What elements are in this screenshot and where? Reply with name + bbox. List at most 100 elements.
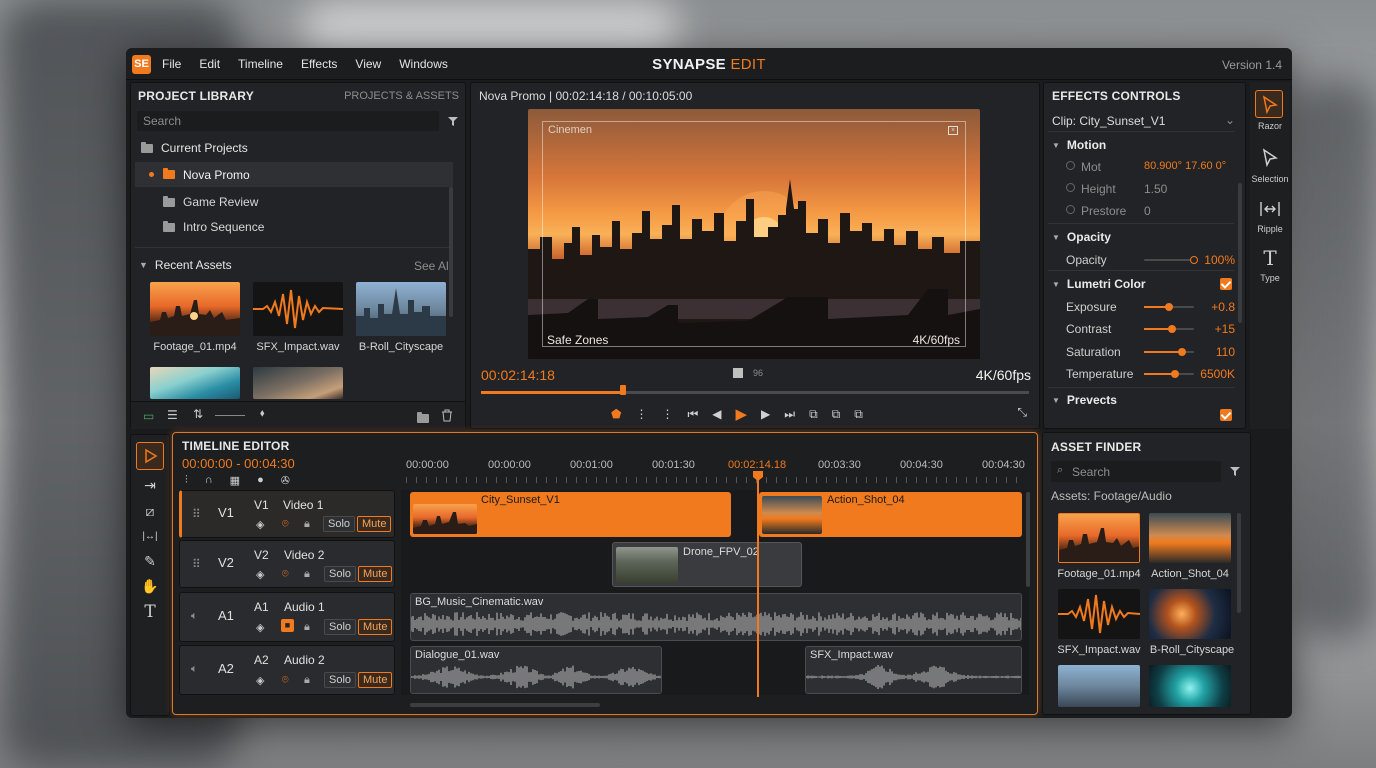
drag-handle-icon[interactable]: ⠿ [192, 557, 201, 571]
opacity-slider[interactable] [1144, 256, 1198, 264]
solo-button[interactable]: Solo [324, 566, 357, 582]
sync-lock-icon[interactable]: ⌾ [282, 568, 289, 581]
clip-city-sunset[interactable]: City_Sunset_V1 [410, 492, 731, 537]
filter-icon[interactable] [447, 115, 459, 127]
hand-icon[interactable]: ✋ [136, 572, 164, 600]
asset-thumb-footage[interactable] [150, 282, 240, 336]
current-projects-header[interactable]: Current Projects [141, 141, 248, 155]
overwrite-icon[interactable]: ⧉ [832, 407, 841, 422]
clip-drone-fpv[interactable]: Drone_FPV_02 [612, 542, 802, 587]
lock-active-icon[interactable]: ■ [281, 619, 294, 632]
type-tool-icon[interactable]: T [1250, 246, 1290, 270]
asset-thumb-portrait[interactable] [253, 367, 343, 399]
sync-lock-icon[interactable]: ⌾ [282, 518, 289, 531]
menu-edit[interactable]: Edit [199, 57, 220, 71]
menu-file[interactable]: File [162, 57, 181, 71]
finder-thumb-footage[interactable] [1058, 513, 1140, 563]
step-forward-icon[interactable]: ▶ [761, 407, 770, 421]
wrench-icon[interactable]: ✇ [281, 474, 290, 487]
solo-button[interactable]: Solo [324, 619, 357, 635]
scrollbar[interactable] [1237, 513, 1241, 613]
slider-handle[interactable] [1165, 303, 1173, 311]
play-icon[interactable]: ▶ [735, 405, 747, 423]
keyframe-toggle-icon[interactable] [1066, 183, 1075, 192]
finder-thumb-broll[interactable] [1149, 589, 1231, 639]
keyframe-toggle-icon[interactable] [1066, 161, 1075, 170]
clip-selector[interactable]: Clip: City_Sunset_V1 [1052, 114, 1165, 128]
mute-button[interactable]: Mute [358, 672, 393, 688]
prestore-value[interactable]: 0 [1144, 204, 1151, 218]
close-overlay-icon[interactable]: × [948, 126, 958, 135]
menu-timeline[interactable]: Timeline [238, 57, 283, 71]
new-bin-icon[interactable]: ▭ [143, 409, 154, 423]
play-tool-button[interactable] [136, 442, 164, 470]
menu-windows[interactable]: Windows [399, 57, 448, 71]
folder-icon[interactable] [417, 412, 429, 423]
stop-marker-icon[interactable] [733, 368, 743, 378]
mute-button[interactable]: Mute [358, 566, 393, 582]
clip-sfx-impact[interactable]: SFX_Impact.wav [805, 646, 1022, 694]
layers-icon[interactable]: ◈ [256, 568, 264, 581]
filter-icon[interactable] [1229, 465, 1243, 477]
slip-icon[interactable]: |↔| [136, 522, 164, 550]
razor-blade-icon[interactable]: ⧄ [136, 497, 164, 525]
finder-thumb-action[interactable] [1149, 513, 1231, 563]
see-all-link[interactable]: See All [414, 259, 451, 273]
solo-button[interactable]: Solo [323, 516, 356, 532]
finder-thumb-city[interactable] [1058, 665, 1140, 707]
track-header-a2[interactable]: 🔈︎ A2 A2 Audio 2 ◈ ⌾ 🔒︎ Solo Mute [179, 645, 395, 695]
track-select-icon[interactable]: ⇥ [136, 471, 164, 499]
motion-value[interactable]: 80.900° 17.60 0° [1144, 160, 1226, 172]
ripple-icon[interactable] [1258, 198, 1282, 220]
height-value[interactable]: 1.50 [1144, 182, 1167, 196]
slider-handle[interactable] [1168, 325, 1176, 333]
vertical-scrollbar[interactable] [1026, 492, 1030, 587]
layers-icon[interactable]: ◈ [256, 674, 264, 687]
clip-action-shot[interactable]: Action_Shot_04 [759, 492, 1022, 537]
selection-cursor-icon[interactable] [1258, 146, 1282, 170]
search-input[interactable]: Search [137, 111, 439, 131]
scrollbar[interactable] [1238, 183, 1242, 323]
pen-icon[interactable]: ✎ [136, 547, 164, 575]
lock-open-icon[interactable]: ⌾ [282, 674, 289, 687]
chevron-down-icon[interactable]: ⌄ [1225, 113, 1235, 127]
slider-handle[interactable] [1190, 256, 1198, 264]
marker-icon[interactable]: ⬟ [611, 407, 621, 421]
lumetri-slider[interactable] [1144, 370, 1194, 378]
scrollbar[interactable] [449, 187, 453, 317]
asset-thumb-broll[interactable] [356, 282, 446, 336]
go-to-end-icon[interactable]: ⏭ [784, 407, 795, 422]
lock-icon[interactable]: 🔒︎ [304, 621, 310, 634]
motion-section-header[interactable]: ▼ Motion [1052, 138, 1106, 152]
playhead-handle[interactable] [620, 385, 627, 395]
go-to-start-icon[interactable]: ⏮ [687, 407, 698, 422]
project-item-game-review[interactable]: Game Review [163, 195, 258, 209]
lock-icon[interactable]: 🔒︎ [304, 568, 310, 581]
speaker-icon[interactable]: 🔈︎ [191, 610, 198, 623]
lock-icon[interactable]: 🔒︎ [304, 518, 310, 531]
asset-thumb-sfx[interactable] [253, 282, 343, 336]
speaker-icon[interactable]: 🔈︎ [191, 663, 198, 676]
track-header-v1[interactable]: ⠿ V1 V1 Video 1 ◈ ⌾ 🔒︎ Solo Mute [179, 490, 395, 538]
drag-handle-icon[interactable]: ⠿ [192, 507, 201, 521]
solo-button[interactable]: Solo [324, 672, 357, 688]
mute-button[interactable]: Mute [357, 516, 392, 532]
lumetri-value[interactable]: +15 [1215, 322, 1235, 336]
mute-button[interactable]: Mute [358, 619, 393, 635]
link-icon[interactable]: ∩ [205, 474, 213, 487]
lumetri-value[interactable]: 110 [1216, 345, 1235, 359]
project-item-intro-sequence[interactable]: Intro Sequence [163, 220, 264, 234]
zoom-handle-icon[interactable]: ⬧ [260, 408, 265, 419]
text-tool-icon[interactable]: T [136, 598, 164, 626]
sort-icon[interactable]: ⇅ [193, 407, 203, 421]
finder-thumb-abstract[interactable] [1149, 665, 1231, 707]
clip-dialogue[interactable]: Dialogue_01.wav [410, 646, 662, 694]
time-ruler[interactable]: 00:00:00 00:00:00 00:01:00 00:01:30 00:02:14… [406, 459, 1026, 473]
trash-icon[interactable] [441, 409, 453, 422]
horizontal-scrollbar[interactable] [410, 703, 600, 707]
lumetri-value[interactable]: +0.8 [1211, 300, 1235, 314]
lock-icon[interactable]: 🔒︎ [304, 674, 310, 687]
project-item-nova-promo[interactable]: Nova Promo [135, 162, 453, 187]
prevects-section-header[interactable]: ▼ Prevects [1052, 393, 1117, 407]
lumetri-section-header[interactable]: ▼ Lumetri Color [1052, 277, 1146, 291]
